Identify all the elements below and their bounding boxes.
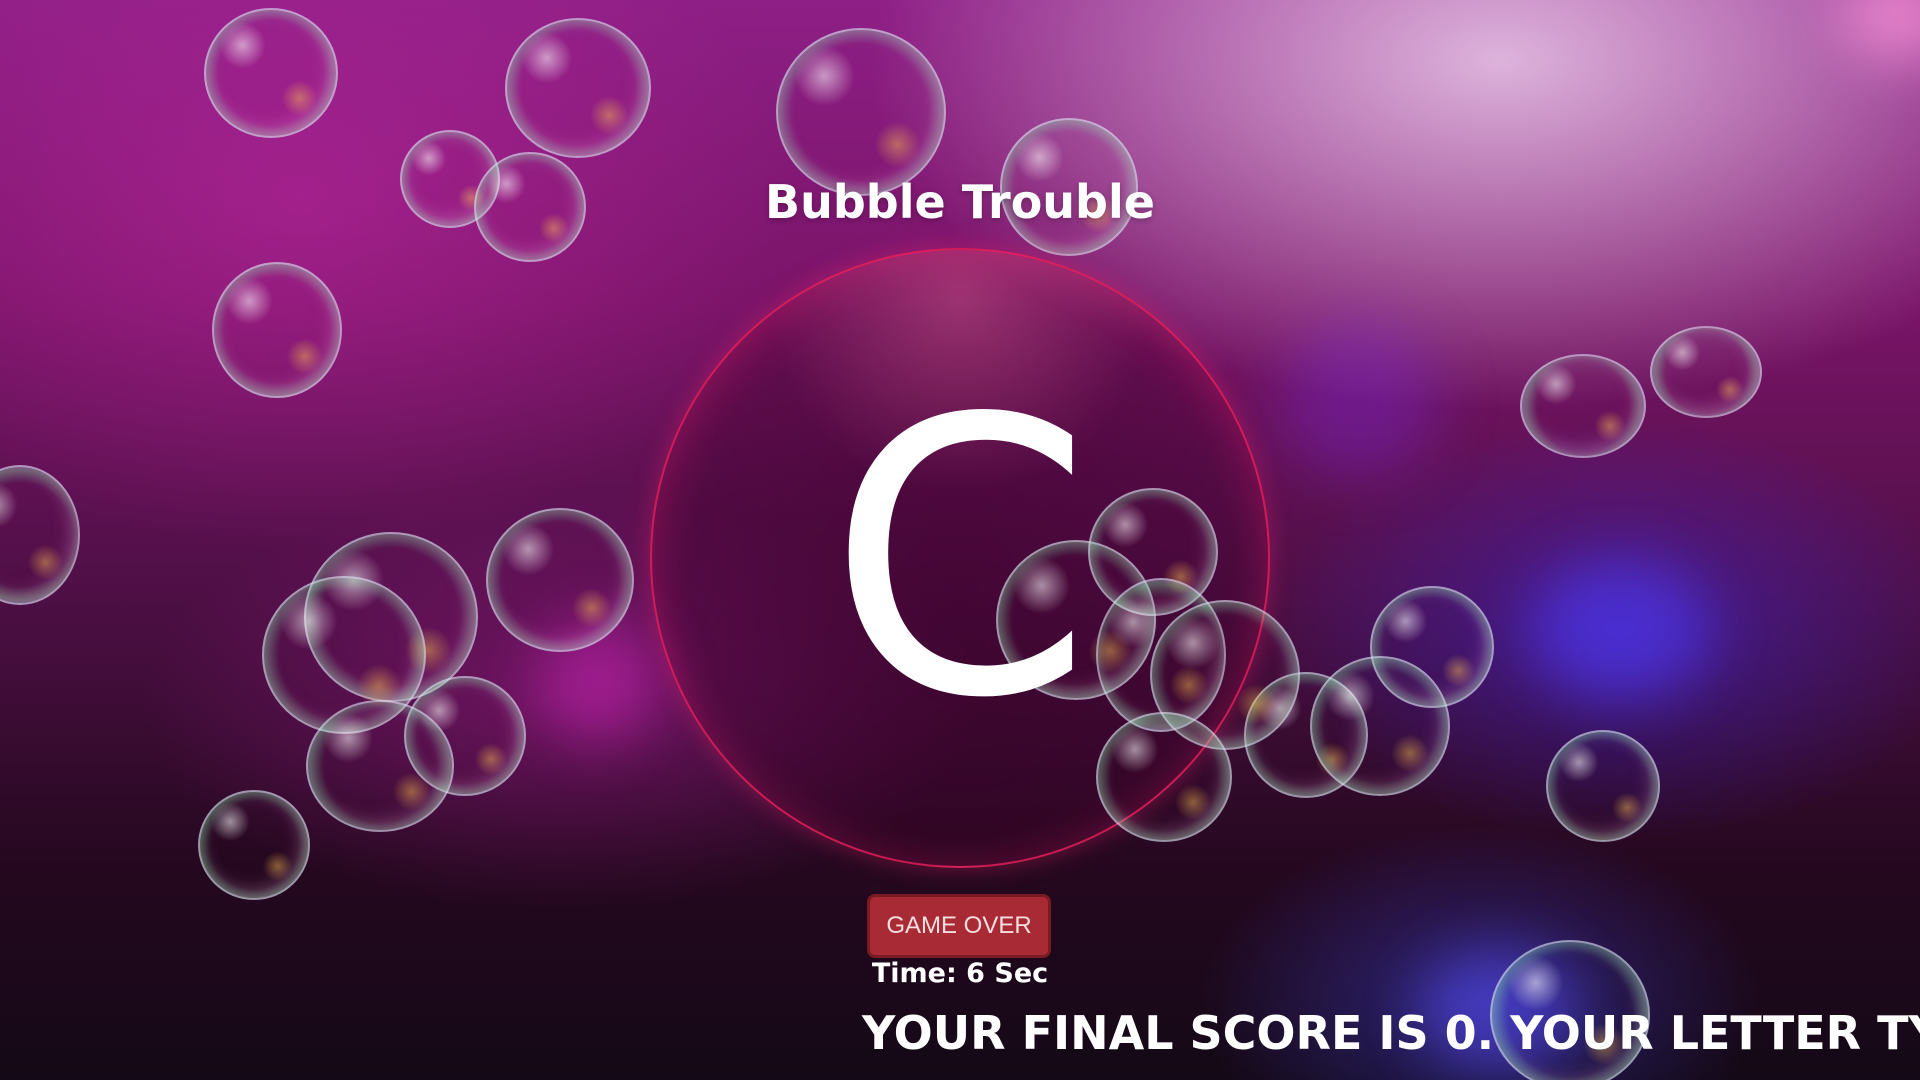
bubble: [198, 790, 310, 900]
bubble: [306, 700, 454, 832]
time-value: 6: [966, 958, 985, 989]
time-unit: Sec: [994, 958, 1049, 989]
bubble: [1520, 354, 1646, 458]
bubble: [1096, 712, 1232, 842]
time-label: Time:: [871, 958, 957, 989]
bubble: [0, 465, 80, 605]
final-score-message: YOUR FINAL SCORE IS 0. YOUR LETTER TYPIN…: [862, 1006, 1920, 1060]
bubble: [212, 262, 342, 398]
bubble: [776, 28, 946, 196]
timer: Time: 6 Sec: [0, 958, 1920, 989]
bubble: [204, 8, 338, 138]
bubble: [505, 18, 651, 158]
game-over-button[interactable]: GAME OVER: [867, 894, 1051, 958]
bubble: [1650, 326, 1762, 418]
bokeh-light: [1840, 0, 1920, 60]
bubble: [1546, 730, 1660, 842]
target-letter: C: [827, 338, 1093, 781]
bokeh-light: [1280, 320, 1440, 480]
bubble: [486, 508, 634, 652]
game-stage: Bubble Trouble C GAME OVER Time: 6 Sec Y…: [0, 0, 1920, 1080]
bubble: [1310, 656, 1450, 796]
bokeh-light: [1530, 560, 1710, 700]
game-title: Bubble Trouble: [765, 175, 1155, 229]
